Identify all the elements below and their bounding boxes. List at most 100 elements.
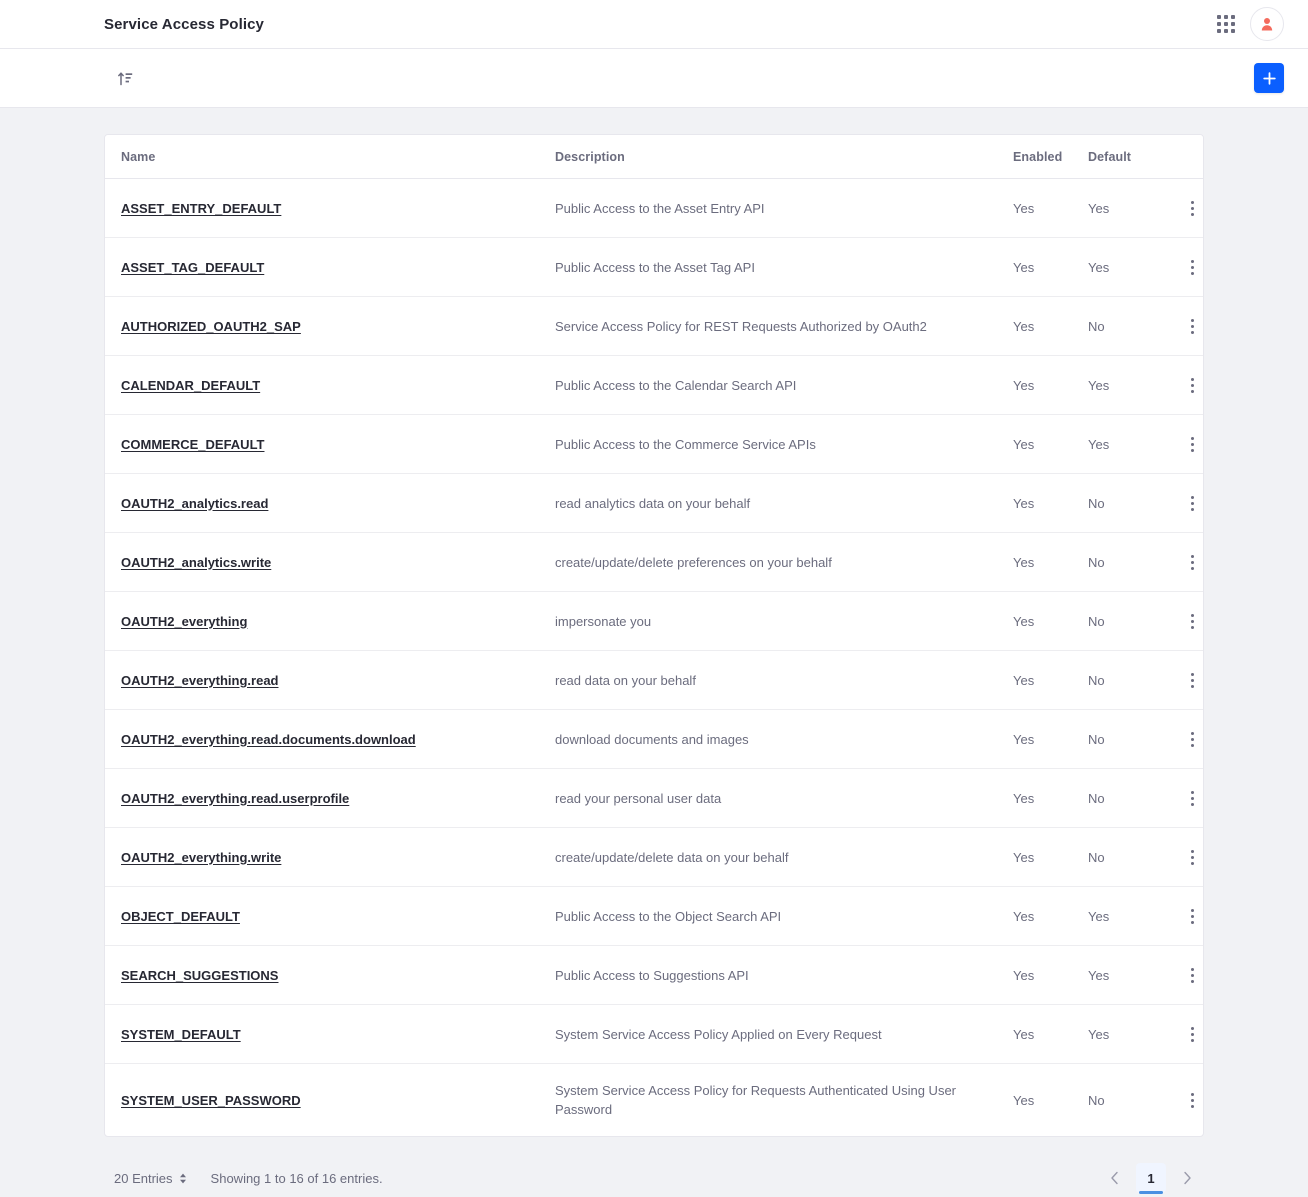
- kebab-menu-icon[interactable]: [1180, 491, 1203, 515]
- cell-enabled: Yes: [1013, 945, 1088, 1005]
- sort-ascending-button[interactable]: [110, 63, 140, 93]
- cell-description: create/update/delete data on your behalf: [555, 827, 1013, 887]
- table-row: OAUTH2_everything.read.documents.downloa…: [105, 709, 1203, 769]
- policy-description-text: Public Access to Suggestions API: [555, 967, 749, 983]
- column-header-enabled[interactable]: Enabled: [1013, 135, 1088, 179]
- enabled-value: Yes: [1013, 318, 1035, 334]
- policy-name-link[interactable]: OAUTH2_everything.read: [121, 673, 279, 688]
- table-row: OAUTH2_everything.write create/update/del…: [105, 827, 1203, 887]
- kebab-menu-icon[interactable]: [1180, 727, 1203, 751]
- kebab-menu-icon[interactable]: [1180, 432, 1203, 456]
- cell-description: Public Access to the Calendar Search API: [555, 355, 1013, 415]
- cell-actions: [1162, 768, 1203, 828]
- policy-name-link[interactable]: COMMERCE_DEFAULT: [121, 437, 264, 452]
- kebab-menu-icon[interactable]: [1180, 314, 1203, 338]
- cell-enabled: Yes: [1013, 473, 1088, 533]
- table-row: OAUTH2_everything.read read data on your …: [105, 650, 1203, 710]
- chevron-right-icon: [1184, 1171, 1191, 1185]
- user-avatar-button[interactable]: [1250, 7, 1284, 41]
- table-row: OBJECT_DEFAULT Public Access to the Objec…: [105, 886, 1203, 946]
- next-page-button[interactable]: [1174, 1165, 1200, 1191]
- table-row: SEARCH_SUGGESTIONS Public Access to Sugge…: [105, 945, 1203, 1005]
- kebab-menu-icon[interactable]: [1180, 550, 1203, 574]
- policy-description-text: System Service Access Policy Applied on …: [555, 1026, 882, 1042]
- policy-description-text: read analytics data on your behalf: [555, 495, 751, 511]
- column-header-default[interactable]: Default: [1088, 135, 1162, 179]
- policy-description-text: System Service Access Policy for Request…: [555, 1083, 957, 1117]
- policy-name-link[interactable]: SYSTEM_DEFAULT: [121, 1027, 241, 1042]
- policy-name-link[interactable]: ASSET_TAG_DEFAULT: [121, 260, 264, 275]
- kebab-menu-icon[interactable]: [1180, 255, 1203, 279]
- kebab-menu-icon[interactable]: [1180, 963, 1203, 987]
- add-policy-button[interactable]: [1254, 63, 1284, 93]
- cell-default: No: [1088, 1064, 1162, 1137]
- kebab-menu-icon[interactable]: [1180, 786, 1203, 810]
- app-header: Service Access Policy: [0, 0, 1308, 49]
- kebab-menu-icon[interactable]: [1180, 1088, 1203, 1112]
- policy-name-link[interactable]: SYSTEM_USER_PASSWORD: [121, 1093, 301, 1108]
- column-header-description[interactable]: Description: [555, 135, 1013, 179]
- table-row: OAUTH2_everything.read.userprofile read y…: [105, 768, 1203, 828]
- management-toolbar: [0, 49, 1308, 108]
- policy-name-link[interactable]: ASSET_ENTRY_DEFAULT: [121, 201, 281, 216]
- table-head: Name Description Enabled Default: [105, 135, 1203, 179]
- enabled-value: Yes: [1013, 436, 1035, 452]
- default-value: Yes: [1088, 436, 1110, 452]
- cell-enabled: Yes: [1013, 355, 1088, 415]
- table-header-row: Name Description Enabled Default: [105, 135, 1203, 179]
- page-button-1[interactable]: 1: [1136, 1163, 1166, 1194]
- policy-name-link[interactable]: OAUTH2_everything.write: [121, 850, 281, 865]
- policy-name-link[interactable]: OBJECT_DEFAULT: [121, 909, 240, 924]
- policy-name-link[interactable]: OAUTH2_analytics.write: [121, 555, 271, 570]
- policy-name-link[interactable]: OAUTH2_analytics.read: [121, 496, 268, 511]
- previous-page-button[interactable]: [1102, 1165, 1128, 1191]
- policy-name-link[interactable]: CALENDAR_DEFAULT: [121, 378, 260, 393]
- enabled-value: Yes: [1013, 672, 1035, 688]
- enabled-value: Yes: [1013, 1026, 1035, 1042]
- policy-name-link[interactable]: SEARCH_SUGGESTIONS: [121, 968, 278, 983]
- cell-actions: [1162, 650, 1203, 710]
- entries-per-page-select[interactable]: 20 Entries: [114, 1171, 187, 1186]
- enabled-value: Yes: [1013, 731, 1035, 747]
- default-value: Yes: [1088, 908, 1110, 924]
- kebab-menu-icon[interactable]: [1180, 904, 1203, 928]
- cell-name: OAUTH2_everything.write: [105, 827, 555, 887]
- policy-name-link[interactable]: OAUTH2_everything.read.userprofile: [121, 791, 349, 806]
- policy-description-text: Public Access to the Calendar Search API: [555, 377, 797, 393]
- cell-name: OAUTH2_everything.read: [105, 650, 555, 710]
- cell-default: Yes: [1088, 414, 1162, 474]
- kebab-menu-icon[interactable]: [1180, 373, 1203, 397]
- cell-description: Public Access to the Object Search API: [555, 886, 1013, 946]
- table-row: ASSET_ENTRY_DEFAULT Public Access to the …: [105, 178, 1203, 238]
- cell-enabled: Yes: [1013, 1004, 1088, 1064]
- cell-default: No: [1088, 296, 1162, 356]
- cell-enabled: Yes: [1013, 237, 1088, 297]
- enabled-value: Yes: [1013, 1092, 1035, 1108]
- sort-ascending-icon: [117, 71, 132, 85]
- cell-description: Public Access to the Asset Tag API: [555, 237, 1013, 297]
- policy-name-link[interactable]: OAUTH2_everything.read.documents.downloa…: [121, 732, 416, 747]
- policy-description-text: Public Access to the Commerce Service AP…: [555, 436, 816, 452]
- policy-name-link[interactable]: OAUTH2_everything: [121, 614, 247, 629]
- cell-actions: [1162, 473, 1203, 533]
- kebab-menu-icon[interactable]: [1180, 845, 1203, 869]
- cell-default: Yes: [1088, 945, 1162, 1005]
- grid-apps-icon[interactable]: [1216, 14, 1236, 34]
- default-value: No: [1088, 849, 1105, 865]
- kebab-menu-icon[interactable]: [1180, 609, 1203, 633]
- cell-default: Yes: [1088, 1004, 1162, 1064]
- policy-description-text: Public Access to the Asset Entry API: [555, 200, 765, 216]
- default-value: No: [1088, 554, 1105, 570]
- kebab-menu-icon[interactable]: [1180, 668, 1203, 692]
- kebab-menu-icon[interactable]: [1180, 196, 1203, 220]
- cell-enabled: Yes: [1013, 414, 1088, 474]
- default-value: No: [1088, 318, 1105, 334]
- toolbar-left-group: [110, 63, 1254, 93]
- cell-description: System Service Access Policy Applied on …: [555, 1004, 1013, 1064]
- enabled-value: Yes: [1013, 554, 1035, 570]
- column-header-name[interactable]: Name: [105, 135, 555, 179]
- kebab-menu-icon[interactable]: [1180, 1022, 1203, 1046]
- default-value: No: [1088, 495, 1105, 511]
- policy-description-text: Service Access Policy for REST Requests …: [555, 318, 927, 334]
- policy-name-link[interactable]: AUTHORIZED_OAUTH2_SAP: [121, 319, 301, 334]
